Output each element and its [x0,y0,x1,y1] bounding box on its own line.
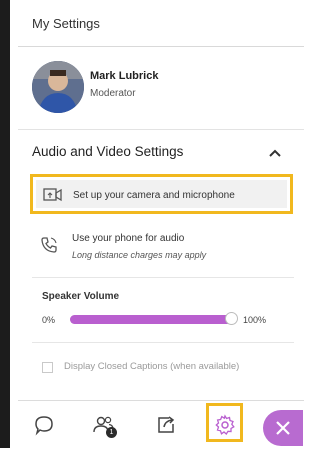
chat-icon [35,416,53,436]
left-edge-bar [0,0,10,448]
close-icon [276,421,290,435]
session-panel-frame: My Settings Mark Lubrick Moderator Audio… [0,0,304,449]
camera-microphone-setup-label: Set up your camera and microphone [73,190,235,201]
panel-footer: 1 [18,400,304,449]
panel-header: My Settings [18,0,304,47]
divider [32,277,294,278]
user-role: Moderator [90,88,136,99]
divider [32,342,294,343]
camera-microphone-setup-highlight: Set up your camera and microphone [30,174,293,214]
audio-video-section-title: Audio and Video Settings [32,144,184,159]
speaker-volume-title: Speaker Volume [42,291,120,302]
avatar-image [32,61,84,113]
speaker-volume-slider[interactable] [70,312,238,325]
speaker-volume-min-label: 0% [42,315,56,325]
settings-panel: My Settings Mark Lubrick Moderator Audio… [18,0,304,449]
close-panel-button[interactable] [263,410,303,446]
settings-button-highlight [206,403,243,442]
share-content-icon [158,416,175,433]
profile-section: Mark Lubrick Moderator [18,47,304,130]
participants-button[interactable]: 1 [84,401,124,449]
participants-count-badge: 1 [106,427,117,438]
user-name: Mark Lubrick [90,70,159,82]
use-phone-for-audio-link[interactable]: Use your phone for audio [72,233,184,244]
camera-microphone-setup-button[interactable]: Set up your camera and microphone [36,180,287,208]
chat-button[interactable] [24,401,64,449]
phone-icon[interactable] [40,236,58,254]
avatar[interactable] [32,61,84,113]
panel-title: My Settings [32,16,100,31]
closed-captions-label: Display Closed Captions (when available) [64,361,240,372]
phone-charges-note: Long distance charges may apply [72,250,207,260]
share-content-button[interactable] [146,401,186,449]
speaker-volume-fill [70,315,232,324]
chevron-up-icon[interactable] [266,144,284,162]
speaker-volume-thumb[interactable] [225,312,238,325]
camera-icon [43,188,62,202]
closed-captions-checkbox[interactable] [42,362,53,373]
speaker-volume-max-label: 100% [243,315,267,325]
